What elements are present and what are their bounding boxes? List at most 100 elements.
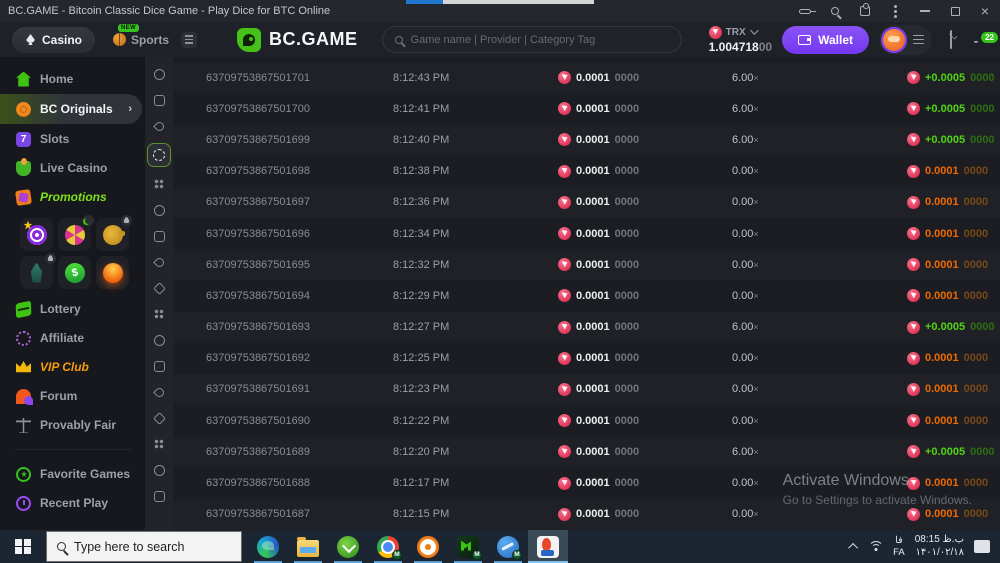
sidebar-item-favorite-games[interactable]: Favorite Games bbox=[0, 460, 145, 488]
taskbar-app-openvpn[interactable] bbox=[408, 530, 448, 563]
sidebar-item-promotions[interactable]: Promotions bbox=[0, 183, 145, 211]
promo-tile-spin-target[interactable] bbox=[20, 218, 53, 251]
promo-tile-lucky-wheel[interactable] bbox=[58, 215, 94, 251]
wifi-icon[interactable] bbox=[868, 541, 884, 552]
site-header: Casino NEW Sports BC.GAME TRX 1.00471800 bbox=[0, 22, 1000, 57]
game-icon-13[interactable] bbox=[149, 383, 169, 401]
game-icon-1[interactable] bbox=[149, 65, 169, 83]
sidebar-item-forum[interactable]: Forum bbox=[0, 382, 145, 410]
sports-tab[interactable]: NEW Sports bbox=[113, 23, 169, 47]
bet-time: 8:12:41 PM bbox=[393, 102, 450, 115]
trx-coin-icon bbox=[907, 351, 920, 365]
taskbar-app-app-green[interactable]: M bbox=[448, 530, 488, 563]
sidebar-item-slots[interactable]: Slots bbox=[0, 125, 145, 153]
bet-row[interactable]: 63709753867501690 8:12:22 PM 0.0001 0000 0.0… bbox=[173, 405, 1000, 436]
balance-selector[interactable]: TRX 1.00471800 bbox=[708, 25, 782, 54]
taskbar-app-active-app[interactable] bbox=[528, 530, 568, 563]
game-icon-9[interactable] bbox=[149, 279, 169, 297]
bet-row[interactable]: 63709753867501691 8:12:23 PM 0.0001 0000 0.0… bbox=[173, 374, 1000, 405]
bet-amount: 0.0001 0000 bbox=[558, 414, 732, 428]
promo-tile-rocket[interactable] bbox=[20, 253, 56, 289]
bet-row[interactable]: 63709753867501696 8:12:34 PM 0.0001 0000 0.0… bbox=[173, 218, 1000, 249]
extensions-icon[interactable] bbox=[850, 0, 880, 22]
bet-multiplier: 0.00× bbox=[732, 165, 759, 178]
sidebar-item-vip-club[interactable]: VIP Club bbox=[0, 353, 145, 381]
casino-tab[interactable]: Casino bbox=[12, 26, 96, 53]
tray-chevron-icon[interactable] bbox=[848, 542, 859, 553]
taskbar-clock[interactable]: 08:15 ب.ظ ۱۴۰۱/۰۲/۱۸ bbox=[915, 534, 964, 559]
sidebar-toggle-icon[interactable] bbox=[181, 31, 198, 48]
game-search[interactable] bbox=[381, 26, 682, 53]
taskbar-app-app-blue[interactable]: M bbox=[488, 530, 528, 563]
close-button[interactable]: × bbox=[970, 0, 1000, 22]
password-key-icon[interactable] bbox=[790, 0, 820, 22]
sidebar-item-home[interactable]: Home bbox=[0, 65, 145, 93]
game-icon-12[interactable] bbox=[149, 357, 169, 375]
game-icon-2[interactable] bbox=[149, 91, 169, 109]
game-icon-3[interactable] bbox=[149, 117, 169, 135]
bet-time: 8:12:25 PM bbox=[393, 352, 450, 365]
bet-row[interactable]: 63709753867501701 8:12:43 PM 0.0001 0000 6.0… bbox=[173, 62, 1000, 93]
promo-tile-coin-drop[interactable] bbox=[96, 256, 129, 289]
game-icon-14[interactable] bbox=[149, 409, 169, 427]
zoom-icon[interactable] bbox=[820, 0, 850, 22]
bet-row[interactable]: 63709753867501697 8:12:36 PM 0.0001 0000 0.0… bbox=[173, 187, 1000, 218]
action-center-icon[interactable] bbox=[974, 540, 990, 553]
bet-row[interactable]: 63709753867501692 8:12:25 PM 0.0001 0000 0.0… bbox=[173, 343, 1000, 374]
game-icon-5[interactable] bbox=[149, 175, 169, 193]
browser-menu-icon[interactable] bbox=[880, 0, 910, 22]
bet-row[interactable]: 63709753867501688 8:12:17 PM 0.0001 0000 0.0… bbox=[173, 467, 1000, 498]
bet-history-table: 63709753867501701 8:12:43 PM 0.0001 0000 6.0… bbox=[173, 62, 1000, 530]
bet-row[interactable]: 63709753867501695 8:12:32 PM 0.0001 0000 0.0… bbox=[173, 249, 1000, 280]
search-input[interactable] bbox=[410, 33, 669, 46]
taskbar-app-chrome[interactable]: M bbox=[368, 530, 408, 563]
game-icon-7[interactable] bbox=[149, 227, 169, 245]
sidebar-item-affiliate[interactable]: Affiliate bbox=[0, 324, 145, 352]
bet-row[interactable]: 63709753867501689 8:12:20 PM 0.0001 0000 6.0… bbox=[173, 436, 1000, 467]
sidebar-item-lottery[interactable]: Lottery bbox=[0, 295, 145, 323]
game-icon-15[interactable] bbox=[149, 435, 169, 453]
openvpn-icon bbox=[417, 535, 439, 558]
sidebar-item-recent-play[interactable]: Recent Play bbox=[0, 489, 145, 517]
bet-id: 63709753867501687 bbox=[206, 508, 311, 521]
bet-row[interactable]: 63709753867501698 8:12:38 PM 0.0001 0000 0.0… bbox=[173, 156, 1000, 187]
m-badge-icon: M bbox=[512, 549, 522, 560]
taskbar-app-edge[interactable] bbox=[248, 530, 288, 563]
bet-row[interactable]: 63709753867501693 8:12:27 PM 0.0001 0000 6.0… bbox=[173, 312, 1000, 343]
wallet-button[interactable]: Wallet bbox=[782, 25, 869, 54]
start-button[interactable] bbox=[0, 530, 46, 563]
trx-coin-icon bbox=[907, 133, 920, 147]
maximize-button[interactable] bbox=[940, 0, 970, 22]
promo-tile-dollar-tag[interactable] bbox=[58, 256, 91, 289]
taskbar-app-idm[interactable] bbox=[328, 530, 368, 563]
bet-row[interactable]: 63709753867501694 8:12:29 PM 0.0001 0000 0.0… bbox=[173, 280, 1000, 311]
game-icon-17[interactable] bbox=[149, 487, 169, 505]
promo-tile-piggy-bank[interactable] bbox=[96, 215, 132, 251]
messages-button[interactable] bbox=[950, 29, 952, 49]
game-icon-16[interactable] bbox=[149, 461, 169, 479]
rocket-icon bbox=[30, 262, 43, 283]
sidebar-item-provably-fair[interactable]: Provably Fair bbox=[0, 411, 145, 439]
bcgame-logo[interactable]: BC.GAME bbox=[237, 27, 358, 52]
game-icon-8[interactable] bbox=[149, 253, 169, 271]
bet-profit: 0.0001 0000 bbox=[907, 289, 988, 303]
bet-id: 63709753867501691 bbox=[206, 383, 311, 396]
bet-row[interactable]: 63709753867501699 8:12:40 PM 0.0001 0000 6.0… bbox=[173, 124, 1000, 155]
bet-row[interactable]: 63709753867501687 8:12:15 PM 0.0001 0000 0.0… bbox=[173, 499, 1000, 530]
game-icon-11[interactable] bbox=[149, 331, 169, 349]
game-icon-6[interactable] bbox=[149, 201, 169, 219]
sidebar-item-bc-originals[interactable]: BC Originals › bbox=[0, 94, 142, 124]
dollar-tag-icon bbox=[62, 260, 87, 285]
taskbar-app-file-explorer[interactable] bbox=[288, 530, 328, 563]
minimize-button[interactable] bbox=[910, 0, 940, 22]
sidebar-item-live-casino[interactable]: Live Casino bbox=[0, 154, 145, 182]
game-icon-10[interactable] bbox=[149, 305, 169, 323]
sidebar-item-label: Forum bbox=[40, 389, 78, 403]
vip-club-icon bbox=[16, 361, 31, 373]
bet-profit: 0.0001 0000 bbox=[907, 507, 988, 521]
taskbar-search[interactable]: Type here to search bbox=[46, 531, 242, 562]
language-indicator[interactable]: فا FA bbox=[893, 535, 905, 559]
classic-dice-icon[interactable] bbox=[147, 143, 171, 167]
profile-menu[interactable] bbox=[879, 24, 932, 55]
bet-row[interactable]: 63709753867501700 8:12:41 PM 0.0001 0000 6.0… bbox=[173, 93, 1000, 124]
